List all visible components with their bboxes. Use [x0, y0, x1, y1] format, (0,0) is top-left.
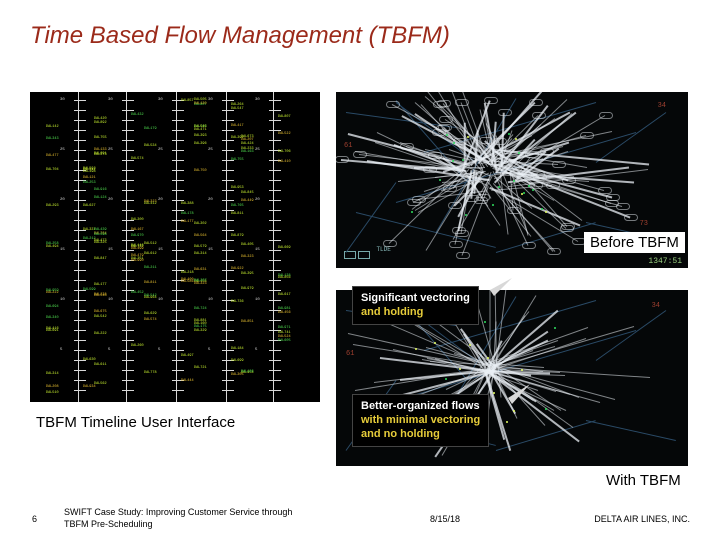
before-label: Before TBFM: [584, 232, 685, 253]
footer-company: DELTA AIR LINES, INC.: [594, 514, 690, 524]
slide-title: Time Based Flow Management (TBFM): [30, 22, 450, 50]
callout-before: Significant vectoring and holding: [352, 286, 479, 325]
footer-date: 8/15/18: [430, 514, 460, 524]
after-label: With TBFM: [600, 470, 687, 491]
callout-after: Better-organized flows with minimal vect…: [352, 394, 489, 447]
timeline-caption: TBFM Timeline User Interface: [36, 414, 235, 431]
footer-title: SWIFT Case Study: Improving Customer Ser…: [64, 506, 314, 530]
callout-pointer-icon: [490, 276, 520, 296]
radar-time: 1347:51: [648, 257, 682, 266]
callout-pointer-icon: [508, 382, 538, 404]
tbfm-timeline-screenshot: (function(){ var blk = document.currentS…: [30, 92, 320, 402]
radar-control-boxes: TLDE: [344, 246, 391, 264]
page-number: 6: [32, 514, 37, 524]
